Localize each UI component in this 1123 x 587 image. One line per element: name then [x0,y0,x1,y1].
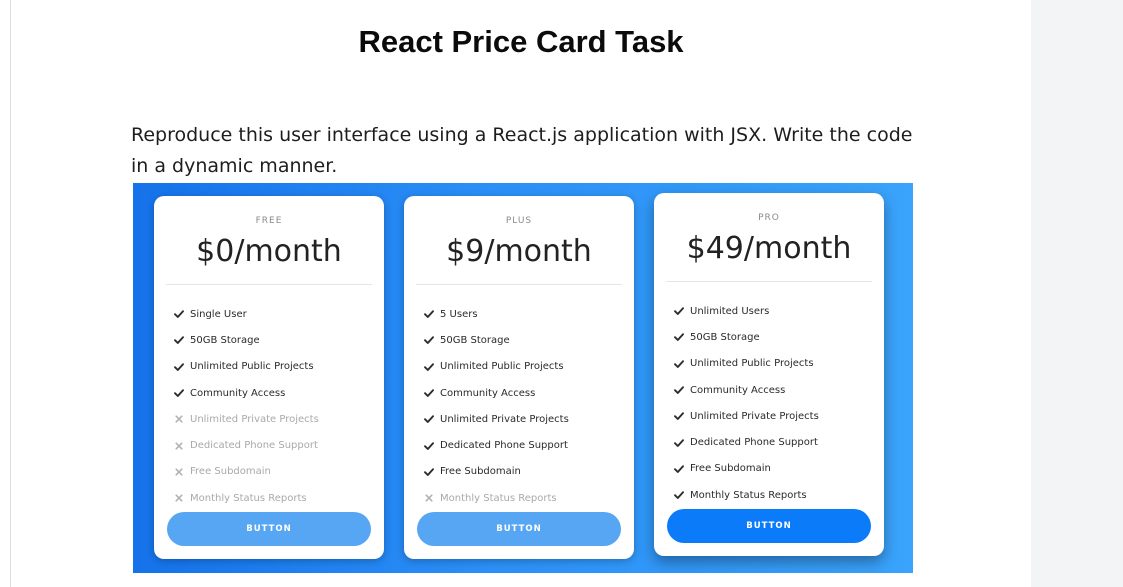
card-button: BUTTON [417,512,621,546]
close-icon [174,414,190,424]
feature-label: Unlimited Private Projects [190,413,319,425]
feature-label: Community Access [190,387,286,399]
check-icon [674,490,690,500]
feature-item: Monthly Status Reports [674,482,819,508]
card-tier: FREE [255,216,283,226]
feature-label: Unlimited Users [690,305,770,317]
check-icon [424,335,440,345]
feature-item: Single User [174,301,319,327]
price-card-pro: PRO $49/month Unlimited Users 50GB Storag… [654,193,884,556]
feature-label: Single User [190,308,247,320]
feature-list: 5 Users 50GB Storage Unlimited Public Proj… [424,301,569,511]
pricing-preview-image: FREE $0/month Single User 50GB Storage Unl… [133,183,913,573]
feature-item: Community Access [174,380,319,406]
check-icon [674,332,690,342]
feature-label: Dedicated Phone Support [440,440,568,452]
check-icon [674,464,690,474]
check-icon [424,414,440,424]
feature-label: Free Subdomain [690,463,771,475]
check-icon [674,306,690,316]
check-icon [674,385,690,395]
card-divider [166,284,372,285]
card-divider [416,284,622,285]
check-icon [424,467,440,477]
feature-item: Monthly Status Reports [424,485,569,511]
check-icon [424,388,440,398]
check-icon [424,309,440,319]
feature-label: Community Access [690,384,786,396]
card-price: $9/month [446,234,592,269]
check-icon [174,309,190,319]
price-card-free: FREE $0/month Single User 50GB Storage Unl… [154,196,384,559]
close-icon [174,441,190,451]
check-icon [674,411,690,421]
feature-label: Monthly Status Reports [440,492,557,504]
close-icon [174,467,190,477]
close-icon [424,493,440,503]
feature-item: Dedicated Phone Support [424,432,569,458]
task-description: Reproduce this user interface using a Re… [131,124,913,177]
feature-item: Free Subdomain [424,459,569,485]
feature-label: Monthly Status Reports [190,492,307,504]
feature-item: Unlimited Public Projects [424,354,569,380]
feature-label: Unlimited Public Projects [190,361,314,373]
feature-label: 5 Users [440,308,478,320]
check-icon [174,362,190,372]
feature-item: Unlimited Public Projects [674,351,819,377]
page-title: React Price Card Task [358,24,684,59]
feature-item: Unlimited Users [674,298,819,324]
close-icon [174,493,190,503]
feature-item: Dedicated Phone Support [174,432,319,458]
feature-label: Unlimited Public Projects [690,358,814,370]
check-icon [674,359,690,369]
card-divider [666,281,872,282]
feature-label: Unlimited Private Projects [440,413,569,425]
feature-item: Free Subdomain [174,459,319,485]
feature-item: 5 Users [424,301,569,327]
check-icon [174,335,190,345]
feature-label: 50GB Storage [690,331,760,343]
feature-item: 50GB Storage [424,327,569,353]
feature-list: Unlimited Users 50GB Storage Unlimited Pub… [674,298,819,508]
card-price: $0/month [196,234,342,269]
feature-item: Dedicated Phone Support [674,429,819,455]
feature-item: Community Access [424,380,569,406]
feature-item: 50GB Storage [174,327,319,353]
feature-list: Single User 50GB Storage Unlimited Public … [174,301,319,511]
feature-item: 50GB Storage [674,324,819,350]
feature-label: Community Access [440,387,536,399]
feature-label: 50GB Storage [190,334,260,346]
feature-item: Community Access [674,377,819,403]
feature-item: Unlimited Public Projects [174,354,319,380]
feature-label: Dedicated Phone Support [190,440,318,452]
card-tier: PRO [758,213,780,223]
feature-label: Monthly Status Reports [690,489,807,501]
feature-item: Unlimited Private Projects [674,403,819,429]
feature-label: Free Subdomain [440,466,521,478]
feature-label: Free Subdomain [190,466,271,478]
feature-item: Unlimited Private Projects [174,406,319,432]
card-price: $49/month [686,231,852,266]
check-icon [674,438,690,448]
feature-label: Unlimited Public Projects [440,361,564,373]
right-side-panel [1031,0,1123,587]
feature-label: Dedicated Phone Support [690,437,818,449]
feature-item: Unlimited Private Projects [424,406,569,432]
card-button: BUTTON [167,512,371,546]
check-icon [424,362,440,372]
document-panel: React Price Card Task Reproduce this use… [10,0,1032,587]
feature-item: Free Subdomain [674,456,819,482]
feature-label: Unlimited Private Projects [690,410,819,422]
check-icon [174,388,190,398]
check-icon [424,441,440,451]
feature-item: Monthly Status Reports [174,485,319,511]
card-tier: PLUS [505,216,533,226]
price-card-plus: PLUS $9/month 5 Users 50GB Storage Unlimit… [404,196,634,559]
feature-label: 50GB Storage [440,334,510,346]
card-button: BUTTON [667,509,871,543]
